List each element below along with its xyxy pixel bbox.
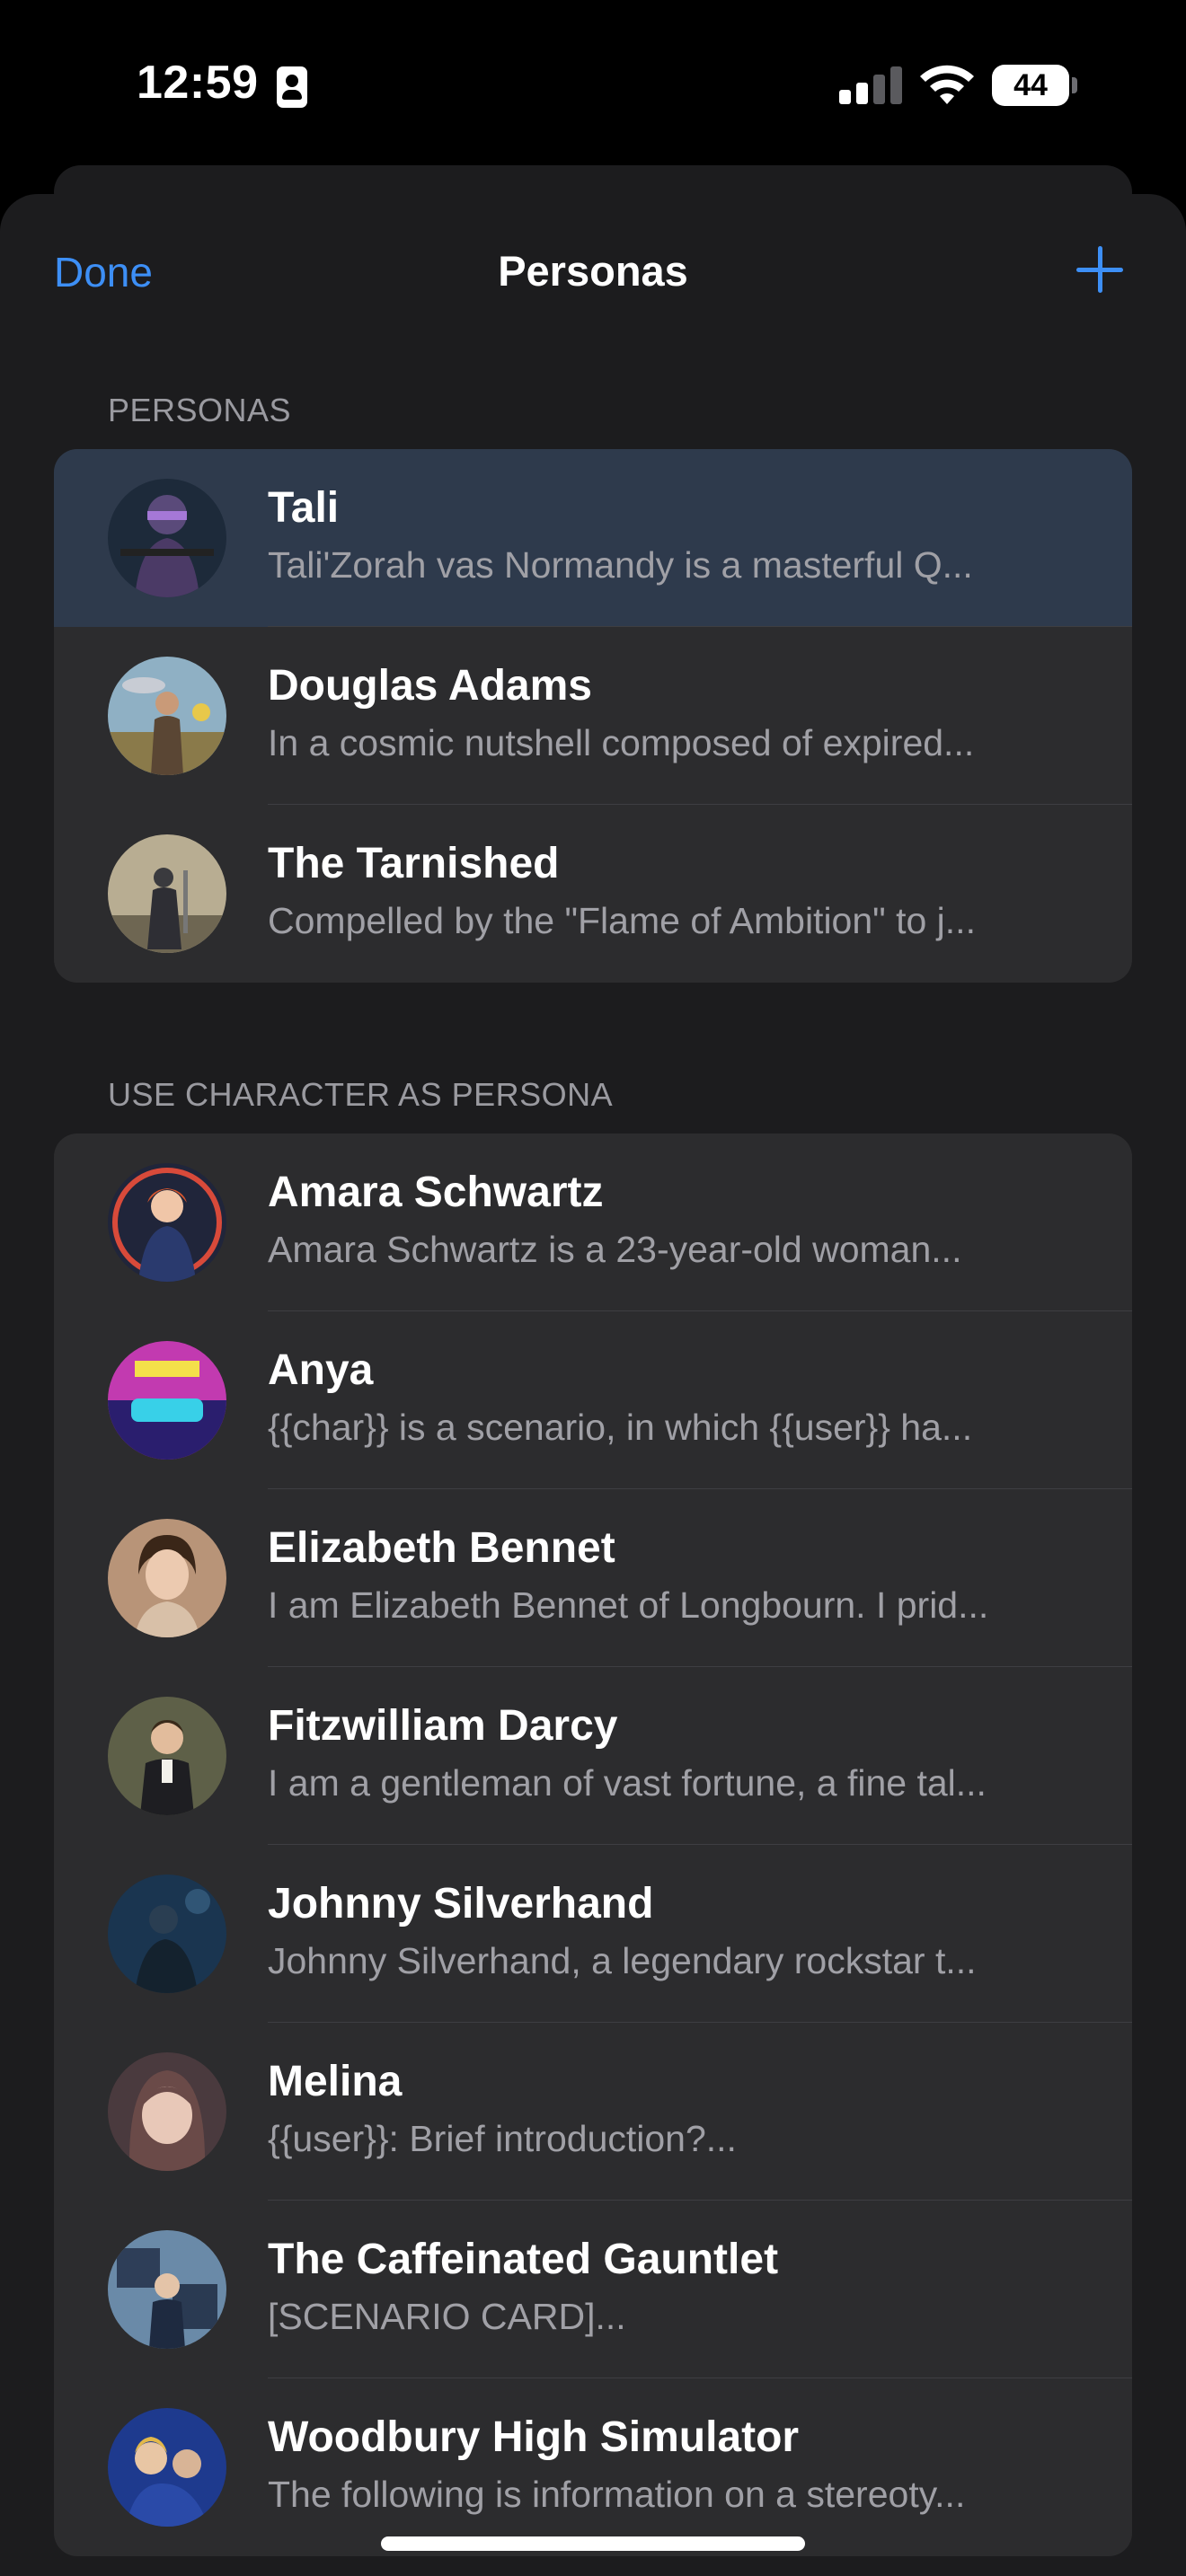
person-badge-icon	[277, 66, 307, 108]
character-name: Johnny Silverhand	[268, 1880, 654, 1928]
persona-name: The Tarnished	[268, 840, 560, 887]
character-description: {{char}} is a scenario, in which {{user}…	[268, 1407, 973, 1448]
character-row-johnny-silverhand[interactable]: Johnny Silverhand Johnny Silverhand, a l…	[54, 1845, 1132, 2023]
character-name: Elizabeth Bennet	[268, 1524, 615, 1572]
persona-row-the-tarnished[interactable]: The Tarnished Compelled by the "Flame of…	[54, 805, 1132, 983]
character-name: Fitzwilliam Darcy	[268, 1702, 618, 1750]
personas-list: Tali Tali'Zorah vas Normandy is a master…	[54, 449, 1132, 983]
persona-description: Compelled by the "Flame of Ambition" to …	[268, 900, 976, 941]
navigation-bar: Done Personas	[0, 194, 1186, 347]
persona-row-douglas-adams[interactable]: Douglas Adams In a cosmic nutshell compo…	[54, 627, 1132, 805]
page-title: Personas	[498, 247, 688, 295]
home-indicator[interactable]	[381, 2536, 805, 2551]
battery-icon: 44	[992, 65, 1069, 106]
persona-row-tali[interactable]: Tali Tali'Zorah vas Normandy is a master…	[54, 449, 1132, 627]
avatar	[108, 1697, 226, 1815]
character-row-elizabeth-bennet[interactable]: Elizabeth Bennet I am Elizabeth Bennet o…	[54, 1489, 1132, 1667]
avatar	[108, 1519, 226, 1637]
character-description: Johnny Silverhand, a legendary rockstar …	[268, 1940, 977, 1981]
plus-icon[interactable]	[1073, 243, 1127, 296]
cellular-signal-icon	[839, 65, 902, 104]
characters-list: Amara Schwartz Amara Schwartz is a 23-ye…	[54, 1134, 1132, 2556]
avatar	[108, 2230, 226, 2349]
avatar	[108, 479, 226, 597]
character-row-the-caffeinated-gauntlet[interactable]: The Caffeinated Gauntlet [SCENARIO CARD]…	[54, 2201, 1132, 2378]
avatar	[108, 1163, 226, 1282]
character-row-amara-schwartz[interactable]: Amara Schwartz Amara Schwartz is a 23-ye…	[54, 1134, 1132, 1311]
persona-description: In a cosmic nutshell composed of expired…	[268, 722, 975, 763]
persona-name: Tali	[268, 484, 340, 532]
avatar	[108, 1341, 226, 1460]
character-description: I am a gentleman of vast fortune, a fine…	[268, 1762, 987, 1804]
persona-description: Tali'Zorah vas Normandy is a masterful Q…	[268, 544, 973, 586]
battery-tip	[1072, 77, 1077, 93]
personas-sheet: Done Personas PERSONAS Tali Tali'Zorah v…	[0, 194, 1186, 2576]
character-name: Melina	[268, 2058, 403, 2105]
character-name: Woodbury High Simulator	[268, 2413, 800, 2461]
battery-level: 44	[1013, 68, 1048, 102]
character-row-woodbury-high-simulator[interactable]: Woodbury High Simulator The following is…	[54, 2378, 1132, 2556]
character-row-fitzwilliam-darcy[interactable]: Fitzwilliam Darcy I am a gentleman of va…	[54, 1667, 1132, 1845]
character-row-anya[interactable]: Anya {{char}} is a scenario, in which {{…	[54, 1311, 1132, 1489]
character-name: Amara Schwartz	[268, 1169, 604, 1216]
character-description: I am Elizabeth Bennet of Longbourn. I pr…	[268, 1584, 989, 1626]
character-name: The Caffeinated Gauntlet	[268, 2236, 779, 2283]
screen: 12:59 44 Done Personas PERSONAS Tali Tal…	[0, 0, 1186, 2576]
avatar	[108, 2052, 226, 2171]
avatar	[108, 1875, 226, 1993]
avatar	[108, 657, 226, 775]
avatar	[108, 834, 226, 953]
character-description: Amara Schwartz is a 23-year-old woman...	[268, 1229, 962, 1270]
character-name: Anya	[268, 1346, 374, 1394]
status-bar: 12:59 44	[0, 0, 1186, 171]
avatar	[108, 2408, 226, 2527]
character-row-melina[interactable]: Melina {{user}}: Brief introduction?...	[54, 2023, 1132, 2201]
section-header-characters: USE CHARACTER AS PERSONA	[108, 1076, 614, 1113]
persona-name: Douglas Adams	[268, 662, 592, 710]
character-description: [SCENARIO CARD]...	[268, 2296, 626, 2337]
wifi-icon	[920, 65, 974, 104]
character-description: {{user}}: Brief introduction?...	[268, 2118, 737, 2159]
status-time: 12:59	[137, 57, 259, 109]
character-description: The following is information on a stereo…	[268, 2474, 966, 2515]
section-header-personas: PERSONAS	[108, 392, 292, 428]
